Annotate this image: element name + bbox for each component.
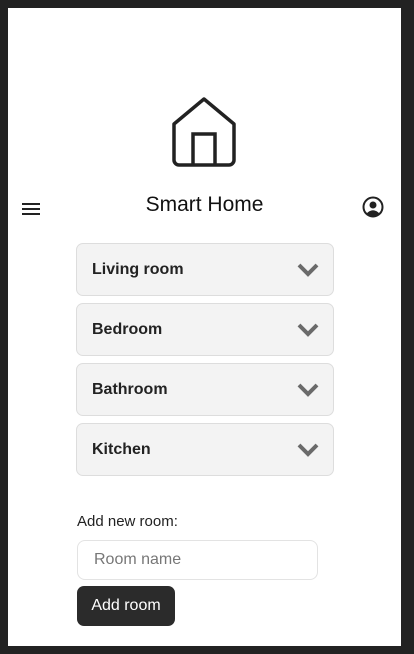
house-logo-icon	[172, 97, 236, 167]
add-room-button[interactable]: Add room	[77, 586, 175, 626]
room-accordion-bedroom[interactable]: Bedroom	[76, 303, 334, 356]
room-accordion-kitchen[interactable]: Kitchen	[76, 423, 334, 476]
room-label: Kitchen	[92, 441, 151, 458]
app-screen: Smart Home Living room Bedroom Bathroom …	[8, 8, 401, 646]
room-name-input[interactable]	[77, 540, 318, 580]
chevron-down-icon	[297, 323, 319, 337]
room-accordion-living-room[interactable]: Living room	[76, 243, 334, 296]
page-title: Smart Home	[145, 193, 264, 216]
add-room-label: Add new room:	[77, 513, 178, 530]
user-account-icon[interactable]	[362, 196, 384, 218]
chevron-down-icon	[297, 263, 319, 277]
room-label: Living room	[92, 261, 184, 278]
room-label: Bedroom	[92, 321, 163, 338]
chevron-down-icon	[297, 383, 319, 397]
room-accordion-bathroom[interactable]: Bathroom	[76, 363, 334, 416]
room-label: Bathroom	[92, 381, 168, 398]
chevron-down-icon	[297, 443, 319, 457]
